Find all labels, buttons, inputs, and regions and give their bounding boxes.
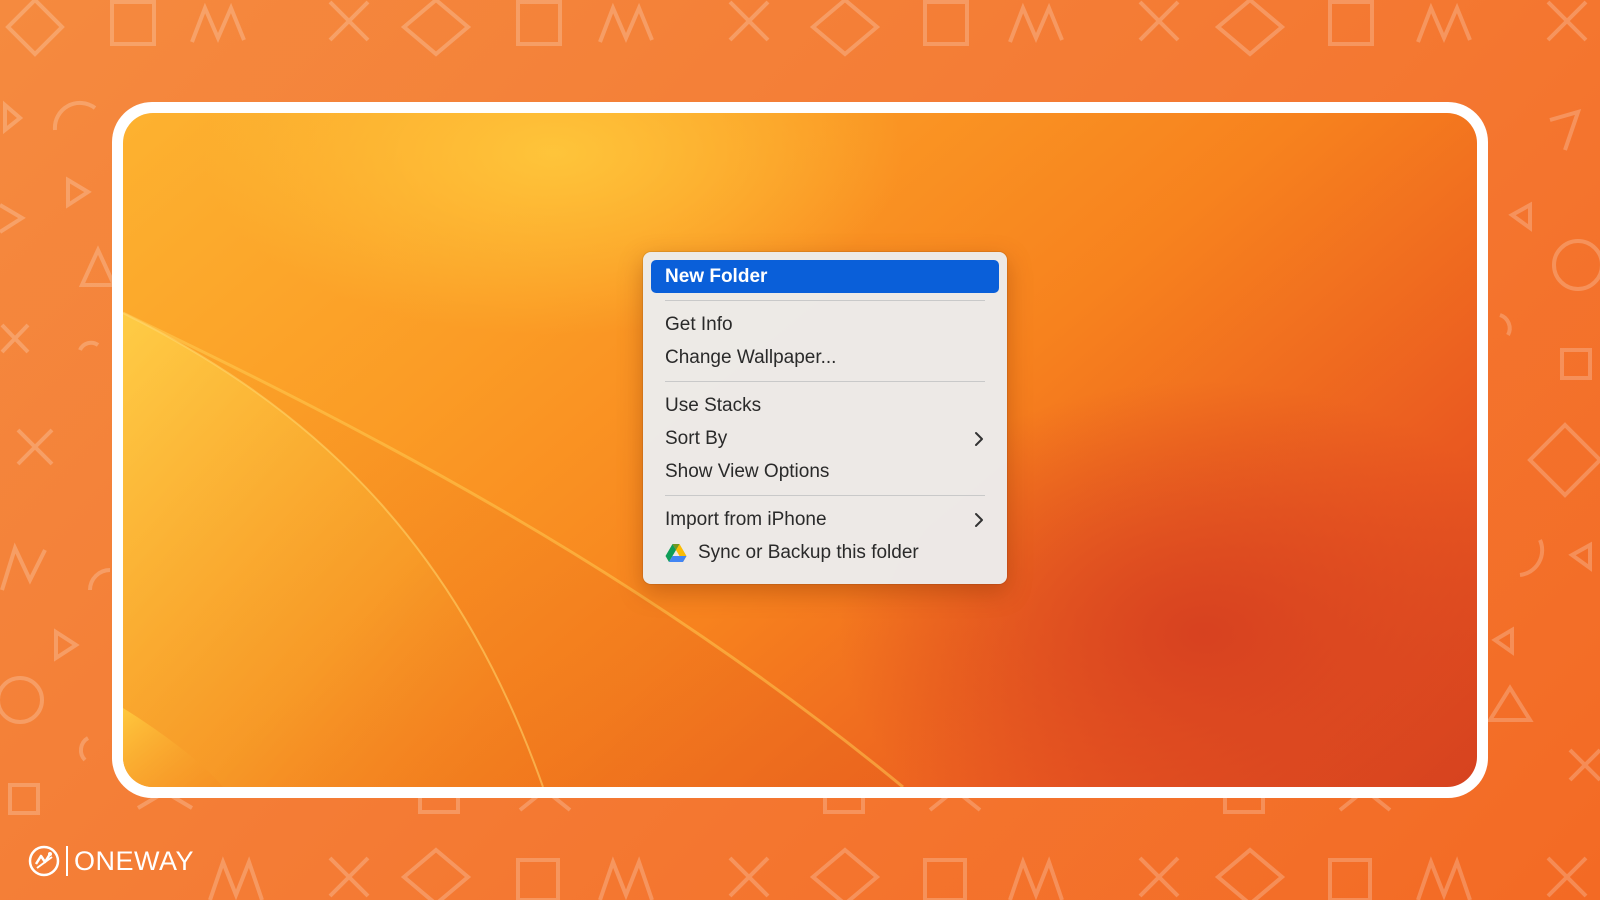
menu-item-label: Show View Options [665, 460, 830, 482]
menu-item-label: Sync or Backup this folder [698, 541, 919, 563]
menu-item-new-folder[interactable]: New Folder [651, 260, 999, 293]
menu-separator [665, 300, 985, 301]
menu-item-import-from-iphone[interactable]: Import from iPhone [651, 503, 999, 536]
menu-separator [665, 495, 985, 496]
menu-item-label: New Folder [665, 265, 768, 287]
menu-item-sort-by[interactable]: Sort By [651, 422, 999, 455]
menu-item-change-wallpaper[interactable]: Change Wallpaper... [651, 341, 999, 374]
menu-item-label: Import from iPhone [665, 508, 827, 530]
menu-item-label: Get Info [665, 313, 733, 335]
promo-canvas: New Folder Get Info Change Wallpaper... … [0, 0, 1600, 900]
menu-item-get-info[interactable]: Get Info [651, 308, 999, 341]
menu-item-label: Change Wallpaper... [665, 346, 837, 368]
menu-item-show-view-options[interactable]: Show View Options [651, 455, 999, 488]
menu-separator [665, 381, 985, 382]
chevron-right-icon [975, 431, 983, 446]
desktop-context-menu: New Folder Get Info Change Wallpaper... … [643, 252, 1007, 584]
oneway-brand: ONEWAY [28, 844, 194, 878]
brand-name: ONEWAY [74, 845, 195, 876]
menu-item-sync-backup-folder[interactable]: Sync or Backup this folder [651, 536, 999, 569]
brand-divider [66, 846, 68, 876]
oneway-logo-icon [28, 845, 60, 877]
menu-item-label: Use Stacks [665, 394, 762, 416]
chevron-right-icon [975, 512, 983, 527]
google-drive-icon [665, 543, 687, 562]
menu-item-use-stacks[interactable]: Use Stacks [651, 389, 999, 422]
desktop-wallpaper[interactable]: New Folder Get Info Change Wallpaper... … [123, 113, 1477, 787]
menu-item-label: Sort By [665, 427, 728, 449]
